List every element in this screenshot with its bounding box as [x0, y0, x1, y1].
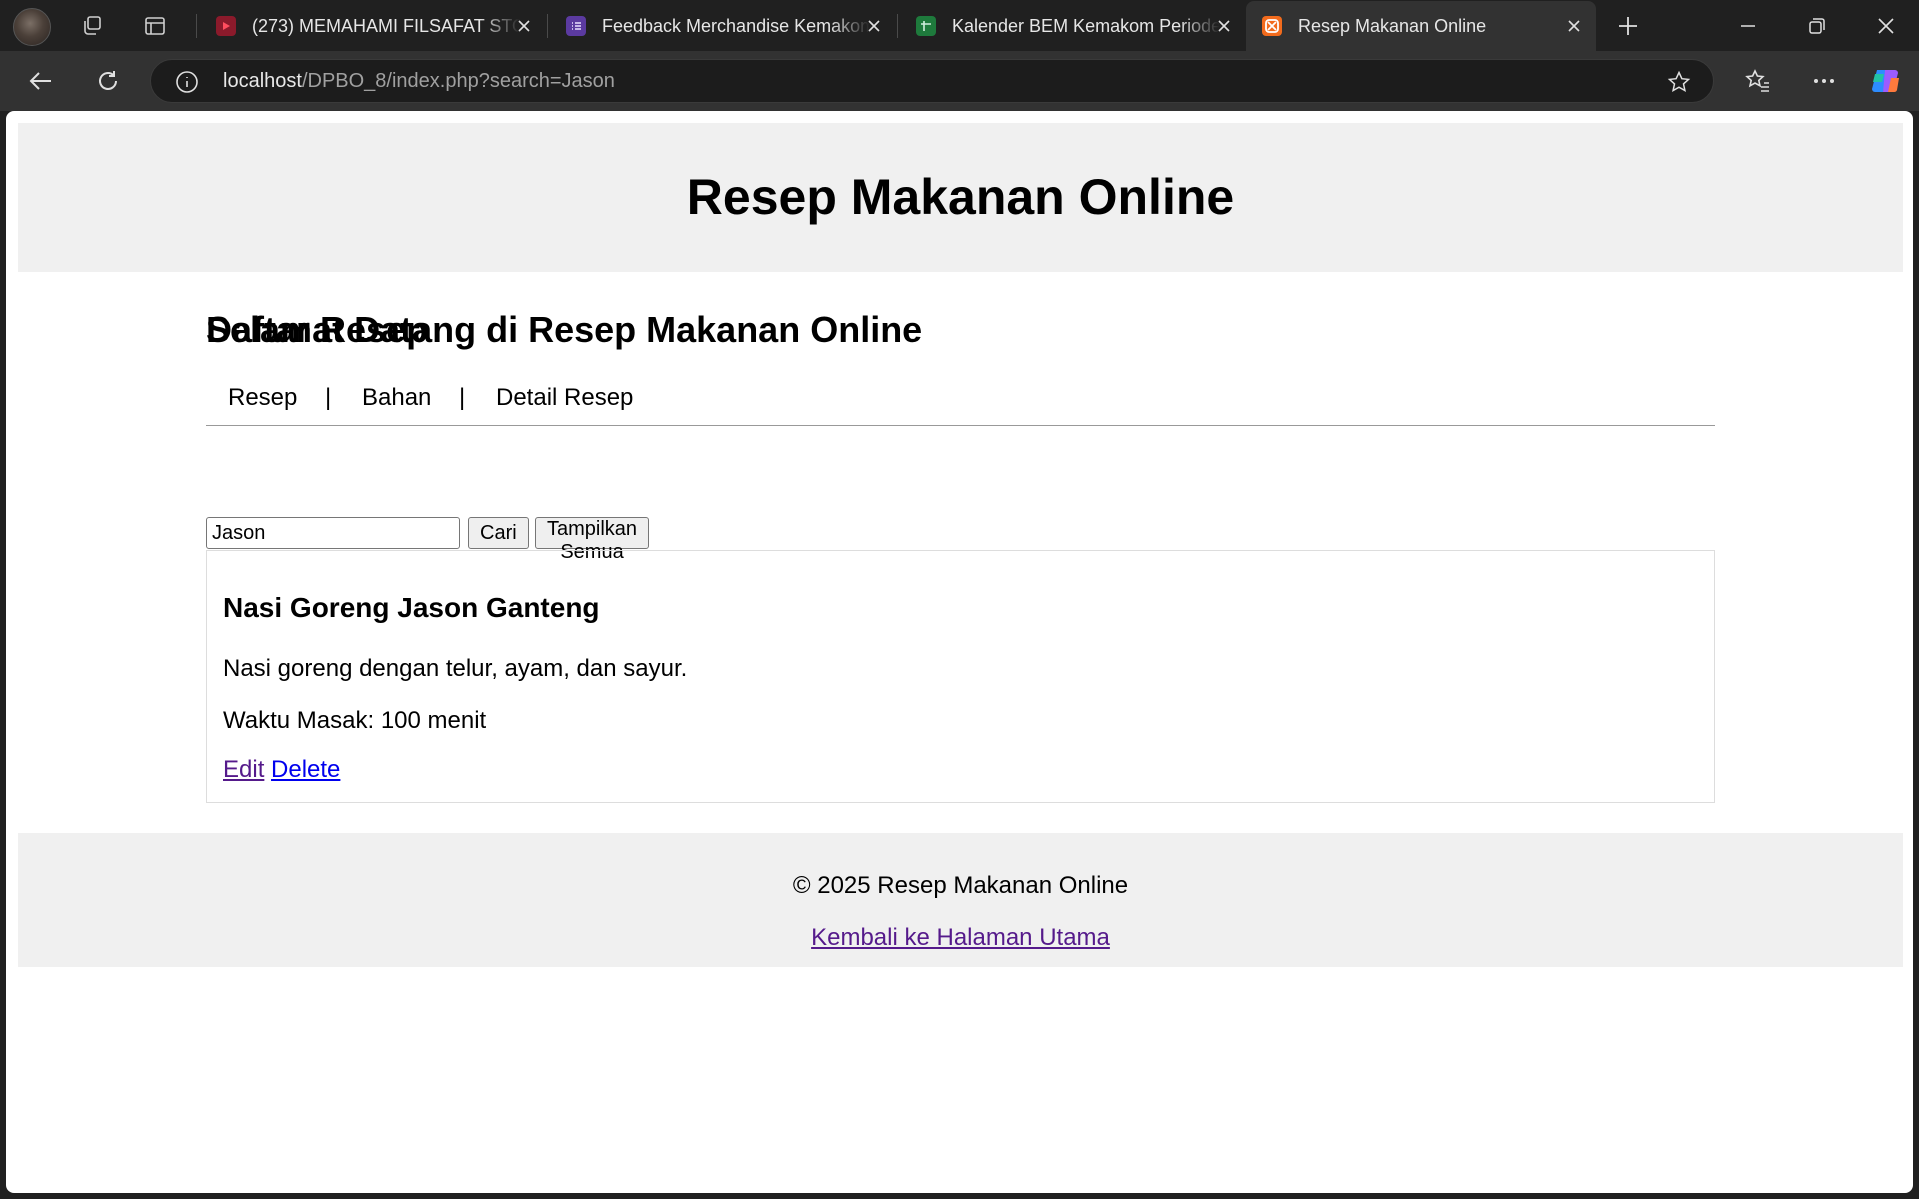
recipe-description: Nasi goreng dengan telur, ayam, dan sayu…	[223, 655, 688, 682]
close-tab-icon[interactable]	[1214, 16, 1234, 36]
recipe-name: Nasi Goreng Jason Ganteng	[223, 592, 600, 623]
favorite-star-icon[interactable]	[1667, 70, 1691, 94]
nav-separator: |	[325, 384, 332, 411]
page-viewport: Resep Makanan Online Selamat Datang di R…	[6, 111, 1913, 1193]
more-dots-icon	[1814, 79, 1834, 83]
recipe-actions: Edit Delete	[223, 756, 340, 784]
recipe-card: Nasi Goreng Jason Ganteng Nasi goreng de…	[206, 550, 1715, 803]
more-menu-button[interactable]	[1806, 63, 1842, 99]
edit-link[interactable]: Edit	[223, 756, 264, 783]
tab-title: (273) MEMAHAMI FILSAFAT STOIKISME	[252, 15, 520, 36]
nav-link-resep[interactable]: Resep	[228, 384, 297, 412]
close-window-icon[interactable]	[1866, 6, 1906, 46]
delete-link[interactable]: Delete	[271, 756, 340, 783]
site-footer: © 2025 Resep Makanan Online Kembali ke H…	[18, 833, 1903, 967]
workspaces-icon[interactable]	[76, 10, 108, 42]
favorites-button[interactable]	[1740, 63, 1776, 99]
reload-button[interactable]	[90, 63, 126, 99]
xampp-icon	[1262, 16, 1282, 36]
address-bar[interactable]: localhost/DPBO_8/index.php?search=Jason	[150, 59, 1714, 103]
tab-youtube[interactable]: (273) MEMAHAMI FILSAFAT STOIKISME	[200, 4, 546, 48]
close-tab-icon[interactable]	[1564, 16, 1584, 36]
nav-separator: |	[459, 384, 466, 411]
recipe-cook-time: Waktu Masak: 100 menit	[223, 707, 487, 734]
tab-actions-icon[interactable]	[139, 10, 171, 42]
minimize-icon[interactable]	[1728, 6, 1768, 46]
address-bar-row: localhost/DPBO_8/index.php?search=Jason	[0, 51, 1919, 111]
tab-bar: (273) MEMAHAMI FILSAFAT STOIKISME Feedba…	[0, 0, 1919, 51]
close-tab-icon[interactable]	[864, 16, 884, 36]
footer-copyright: © 2025 Resep Makanan Online	[792, 872, 1129, 899]
back-button[interactable]	[23, 63, 59, 99]
favorites-list-icon	[1745, 69, 1769, 92]
tab-title: Feedback Merchandise Kemakom	[602, 15, 870, 36]
nav-link-bahan[interactable]: Bahan	[362, 384, 431, 412]
tab-resep-makanan[interactable]: Resep Makanan Online	[1246, 1, 1596, 51]
back-home-link[interactable]: Kembali ke Halaman Utama	[811, 924, 1110, 951]
search-button[interactable]: Cari	[468, 517, 529, 549]
sheets-icon	[916, 16, 936, 36]
youtube-icon	[216, 16, 236, 36]
restore-icon[interactable]	[1797, 6, 1837, 46]
site-header: Resep Makanan Online	[18, 123, 1903, 272]
tab-kalender-sheet[interactable]: Kalender BEM Kemakom Periode	[900, 4, 1246, 48]
profile-avatar[interactable]	[13, 8, 51, 46]
search-input[interactable]	[206, 517, 460, 549]
tab-title: Resep Makanan Online	[1298, 15, 1487, 36]
section-title: Daftar Resep	[206, 309, 429, 350]
copilot-icon	[1872, 70, 1899, 93]
site-nav: Resep | Bahan | Detail Resep	[206, 372, 1715, 426]
copilot-button[interactable]	[1868, 63, 1904, 99]
show-all-button[interactable]: Tampilkan Semua	[535, 517, 650, 563]
nav-link-detail-resep[interactable]: Detail Resep	[496, 384, 633, 412]
tab-title: Kalender BEM Kemakom Periode	[952, 15, 1220, 36]
forms-icon	[566, 16, 586, 36]
new-tab-icon[interactable]	[1612, 10, 1644, 42]
url-text[interactable]: localhost/DPBO_8/index.php?search=Jason	[223, 70, 615, 93]
site-title: Resep Makanan Online	[686, 169, 1235, 225]
site-info-icon[interactable]	[175, 70, 199, 94]
tab-feedback-form[interactable]: Feedback Merchandise Kemakom	[550, 4, 896, 48]
close-tab-icon[interactable]	[514, 16, 534, 36]
